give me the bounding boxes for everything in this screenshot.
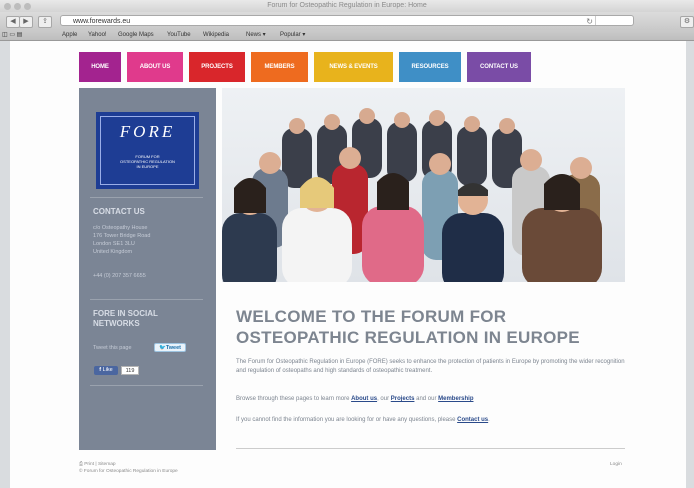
like-button-label: Like: [102, 367, 113, 373]
nav-home[interactable]: HOME: [79, 52, 121, 82]
browse-text: and our: [414, 396, 439, 402]
questions-paragraph: If you cannot find the information you a…: [236, 416, 628, 425]
logo-subtitle-line: IN EUROPE: [136, 164, 159, 169]
contact-us-link[interactable]: Contact us: [457, 417, 488, 423]
bookmarks-bar: ◫ ▭ ▤ Apple Yahoo! Google Maps YouTube W…: [0, 30, 694, 41]
footer-links-row: ⎙ Print | Sitemap: [79, 462, 116, 468]
address-line: c/o Osteopathy House: [93, 225, 148, 231]
window-title: Forum for Osteopathic Regulation in Euro…: [267, 2, 427, 9]
content-divider: [236, 448, 625, 449]
social-heading: FORE IN SOCIAL NETWORKS: [93, 309, 158, 329]
footer-links[interactable]: Print | Sitemap: [84, 462, 115, 467]
tweet-button[interactable]: 🐦Tweet: [154, 343, 186, 352]
logo-subtitle: FORUM FOR OSTEOPATHIC REGULATION IN EURO…: [96, 154, 199, 169]
bookmark-wikipedia[interactable]: Wikipedia: [203, 30, 229, 40]
page-title-line: OSTEOPATHIC REGULATION IN EUROPE: [236, 328, 580, 347]
address-line: London SE1 3LU: [93, 241, 135, 247]
twitter-icon: 🐦: [158, 345, 166, 351]
contact-heading: CONTACT US: [93, 207, 145, 216]
address-line: 176 Tower Bridge Road: [93, 233, 151, 239]
facebook-like-button[interactable]: f Like: [94, 366, 118, 375]
close-window-icon[interactable]: [4, 3, 11, 10]
social-heading-line: FORE IN SOCIAL: [93, 309, 158, 318]
nav-members[interactable]: MEMBERS: [251, 52, 308, 82]
address-line: United Kingdom: [93, 249, 133, 255]
nav-news-events-label: NEWS & EVENTS: [329, 64, 378, 70]
bookmark-news[interactable]: News ▾: [246, 30, 266, 40]
nav-contact-us-label: CONTACT US: [480, 64, 518, 70]
reading-list-icon[interactable]: ◫ ▭ ▤: [2, 30, 22, 40]
tweet-label: Tweet this page: [93, 345, 132, 351]
fore-logo[interactable]: FORE FORUM FOR OSTEOPATHIC REGULATION IN…: [96, 112, 199, 189]
window-title-bar: Forum for Osteopathic Regulation in Euro…: [0, 0, 694, 12]
like-count: 119: [121, 366, 139, 375]
browser-toolbar: ◀ ▶ ⇪ www.forewards.eu ↻ ⚙: [0, 12, 694, 30]
nav-about-us[interactable]: ABOUT US: [127, 52, 183, 82]
page-right-margin: [686, 41, 694, 488]
logo-title: FORE: [119, 122, 176, 141]
forward-icon[interactable]: ▶: [19, 16, 33, 28]
nav-resources-label: RESOURCES: [411, 64, 449, 70]
projects-link[interactable]: Projects: [391, 396, 415, 402]
contact-address: c/o Osteopathy House 176 Tower Bridge Ro…: [93, 224, 150, 256]
sidebar-divider: [90, 299, 203, 300]
questions-text: .: [488, 417, 490, 423]
page-title: WELCOME TO THE FORUM FOR OSTEOPATHIC REG…: [236, 306, 626, 348]
crowd-illustration: [222, 108, 602, 282]
bookmark-popular[interactable]: Popular ▾: [280, 30, 305, 40]
sidebar-divider: [90, 197, 203, 198]
share-icon[interactable]: ⇪: [38, 16, 52, 28]
facebook-icon: f: [99, 367, 102, 373]
sidebar-divider: [90, 385, 203, 386]
bookmark-yahoo[interactable]: Yahoo!: [88, 30, 107, 40]
browse-text: , our: [377, 396, 391, 402]
bookmark-google-maps[interactable]: Google Maps: [118, 30, 154, 40]
minimize-window-icon[interactable]: [14, 3, 21, 10]
nav-news-events[interactable]: NEWS & EVENTS: [314, 52, 393, 82]
page-left-margin: [0, 41, 10, 488]
reload-icon[interactable]: ↻: [586, 16, 593, 27]
intro-paragraph: The Forum for Osteopathic Regulation in …: [236, 359, 625, 374]
questions-text: If you cannot find the information you a…: [236, 417, 458, 423]
contact-phone: +44 (0) 207 357 6655: [93, 273, 146, 279]
zoom-window-icon[interactable]: [24, 3, 31, 10]
browse-paragraph: Browse through these pages to learn more…: [236, 395, 628, 404]
tweet-button-label: Tweet: [165, 345, 182, 351]
bookmark-apple[interactable]: Apple: [62, 30, 77, 40]
about-us-link[interactable]: About us: [351, 396, 377, 402]
browse-text: Browse through these pages to learn more: [236, 396, 352, 402]
nav-members-label: MEMBERS: [264, 64, 295, 70]
address-bar[interactable]: www.forewards.eu ↻: [60, 15, 634, 26]
search-box[interactable]: [595, 16, 633, 25]
social-heading-line: NETWORKS: [93, 319, 140, 328]
bookmark-youtube[interactable]: YouTube: [167, 30, 191, 40]
nav-about-us-label: ABOUT US: [139, 64, 171, 70]
hero-photo: [222, 88, 625, 282]
nav-projects[interactable]: PROJECTS: [189, 52, 245, 82]
menu-icon[interactable]: ⚙: [680, 16, 694, 28]
page-title-line: WELCOME TO THE FORUM FOR: [236, 307, 507, 326]
nav-contact-us[interactable]: CONTACT US: [467, 52, 531, 82]
print-icon: ⎙: [79, 462, 83, 467]
membership-link[interactable]: Membership: [438, 396, 473, 402]
url-text: www.forewards.eu: [73, 18, 131, 25]
nav-resources[interactable]: RESOURCES: [399, 52, 461, 82]
login-link[interactable]: Login: [610, 462, 622, 468]
nav-projects-label: PROJECTS: [201, 64, 233, 70]
back-icon[interactable]: ◀: [6, 16, 20, 28]
nav-home-label: HOME: [91, 64, 109, 70]
footer-copyright: © Forum for Osteopathic Regulation in Eu…: [79, 469, 178, 474]
